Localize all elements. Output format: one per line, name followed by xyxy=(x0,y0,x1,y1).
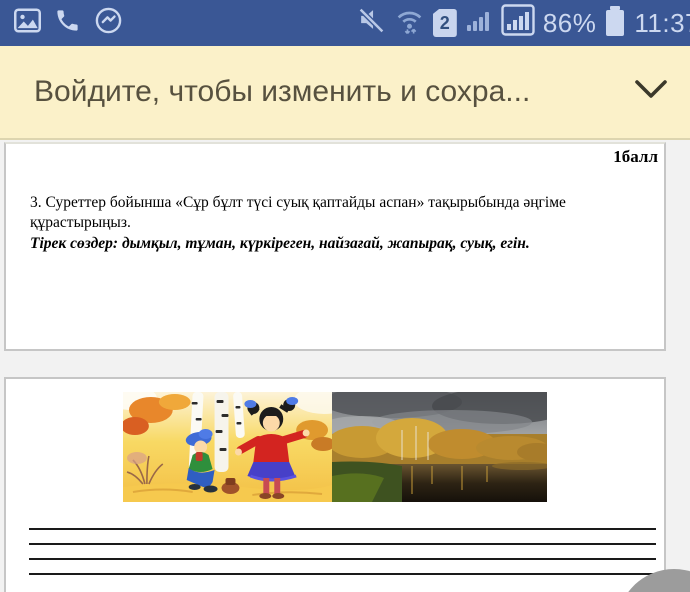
clock: 11:37 xyxy=(634,7,690,38)
writing-line xyxy=(29,530,656,545)
status-bar[interactable]: 2 86% 11:37 xyxy=(0,0,690,46)
roaming-signal-icon xyxy=(501,3,535,43)
wifi-icon xyxy=(394,4,425,42)
battery-icon xyxy=(606,6,625,36)
task-images[interactable] xyxy=(6,392,664,502)
mute-icon xyxy=(357,5,386,41)
phone-screen: 2 86% 11:37 Войдите, чтобы изменить и со… xyxy=(0,0,690,592)
messenger-icon xyxy=(94,6,123,40)
signin-banner-text: Войдите, чтобы изменить и сохра... xyxy=(34,75,531,108)
autumn-landscape-photo[interactable] xyxy=(332,392,547,502)
gallery-icon xyxy=(14,7,42,39)
children-autumn-illustration[interactable] xyxy=(123,392,332,502)
document-area[interactable]: 1балл 3. Суреттер бойынша «Сұр бұлт түсі… xyxy=(0,140,690,592)
score-label: 1балл xyxy=(613,147,658,166)
phone-icon xyxy=(54,7,81,39)
writing-line xyxy=(29,560,656,575)
system-indicators: 2 86% 11:37 xyxy=(357,3,690,43)
signin-banner[interactable]: Войдите, чтобы изменить и сохра... xyxy=(0,46,690,140)
battery-percent: 86% xyxy=(542,7,597,38)
chevron-down-icon[interactable] xyxy=(634,79,668,106)
keywords-text: Тірек сөздер: дымқыл, тұман, күркіреген,… xyxy=(30,234,530,252)
answer-section[interactable] xyxy=(4,377,666,592)
notification-icons xyxy=(14,6,123,40)
writing-line xyxy=(29,545,656,560)
sim-badge: 2 xyxy=(432,9,457,37)
task-text: 3. Суреттер бойынша «Сұр бұлт түсі суық … xyxy=(30,194,566,232)
writing-lines xyxy=(6,515,664,575)
writing-line xyxy=(29,515,656,530)
task-section[interactable]: 1балл 3. Суреттер бойынша «Сұр бұлт түсі… xyxy=(4,142,666,351)
signal-bars-icon xyxy=(465,6,493,41)
